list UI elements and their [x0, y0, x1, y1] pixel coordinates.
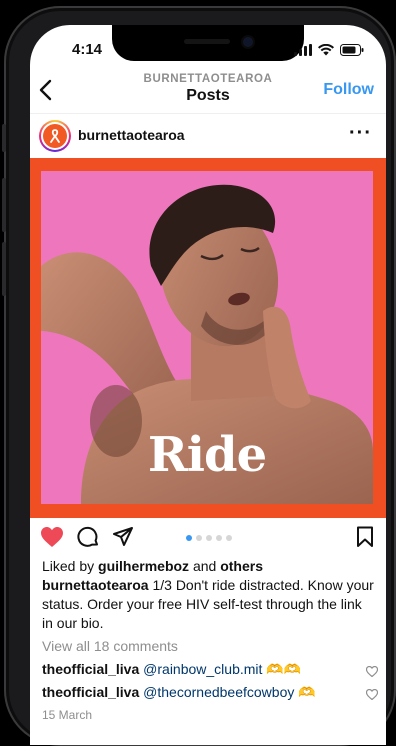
comment-emoji: 🫶🫶 — [266, 661, 302, 677]
more-icon[interactable]: ··· — [349, 122, 372, 145]
comment-row: theofficial_liva @rainbow_club.mit 🫶🫶 — [42, 660, 379, 682]
volume-up-button — [2, 178, 6, 232]
caption: burnettaotearoa 1/3 Don't ride distracte… — [42, 576, 376, 633]
mute-switch — [2, 124, 6, 152]
carousel-dot — [196, 535, 202, 541]
avatar[interactable] — [39, 120, 71, 152]
speaker — [184, 39, 230, 44]
comment-row: theofficial_liva @thecornedbeefcowboy 🫶 — [42, 683, 379, 705]
caption-username[interactable]: burnettaotearoa — [42, 577, 149, 593]
follow-button[interactable]: Follow — [323, 81, 374, 99]
wifi-icon — [318, 43, 334, 61]
comment-username[interactable]: theofficial_liva — [42, 684, 139, 700]
signal-icon — [294, 43, 312, 61]
comment-like-icon[interactable] — [365, 686, 379, 705]
action-bar — [30, 521, 386, 555]
carousel-indicator — [186, 535, 232, 541]
bookmark-icon[interactable] — [356, 526, 374, 553]
carousel-dot-active — [186, 535, 192, 541]
screen: 4:14 BURNETTAOTEAROA Posts Follow burnet… — [30, 25, 386, 745]
view-comments-link[interactable]: View all 18 comments — [42, 637, 376, 656]
comment-emoji: 🫶 — [298, 684, 316, 700]
status-time: 4:14 — [72, 41, 103, 58]
comment-icon[interactable] — [77, 526, 99, 553]
carousel-dot — [226, 535, 232, 541]
carousel-dot — [206, 535, 212, 541]
top-nav: BURNETTAOTEAROA Posts Follow — [30, 69, 386, 113]
status-icons — [294, 43, 364, 61]
image-headline: Ride — [147, 427, 267, 483]
liked-by-user[interactable]: guilhermeboz — [98, 558, 189, 574]
comment-mention[interactable]: @rainbow_club.mit — [143, 661, 262, 677]
notch — [112, 25, 304, 61]
carousel-dot — [216, 535, 222, 541]
post-image[interactable]: Ride — [30, 158, 386, 518]
post-username[interactable]: burnettaotearoa — [78, 127, 185, 143]
likes-joiner: and — [189, 558, 221, 574]
share-icon[interactable] — [112, 526, 134, 553]
post-caption-area: Liked by guilhermeboz and others burnett… — [42, 557, 379, 725]
liked-by-others[interactable]: others — [220, 558, 263, 574]
photo-content: Ride — [41, 171, 373, 504]
post-date: 15 March — [42, 708, 93, 722]
comment-username[interactable]: theofficial_liva — [42, 661, 139, 677]
comment-like-icon[interactable] — [365, 663, 379, 682]
volume-down-button — [2, 242, 6, 296]
post-header: burnettaotearoa ··· — [30, 113, 386, 157]
heart-icon[interactable] — [40, 526, 64, 553]
likes-line: Liked by guilhermeboz and others — [42, 557, 376, 576]
front-camera — [243, 37, 253, 47]
likes-prefix: Liked by — [42, 558, 99, 574]
phone-frame: 4:14 BURNETTAOTEAROA Posts Follow burnet… — [2, 6, 396, 746]
ribbon-icon — [43, 124, 67, 148]
battery-icon — [340, 43, 364, 61]
comment-mention[interactable]: @thecornedbeefcowboy — [143, 684, 294, 700]
